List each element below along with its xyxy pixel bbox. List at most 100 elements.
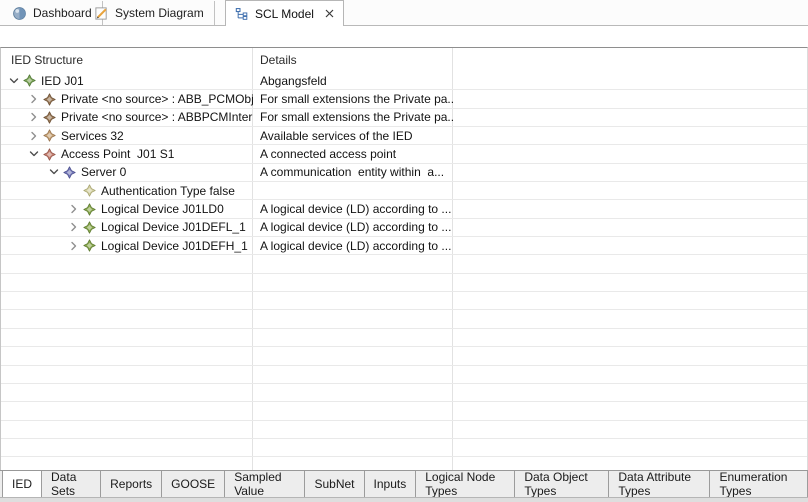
tabbar-divider <box>0 25 808 26</box>
expand-chevron-icon[interactable] <box>28 148 40 160</box>
bottom-tab-enumeration-types[interactable]: Enumeration Types <box>710 471 808 497</box>
table-row[interactable]: Private <no source> : ABBPCMInterr For s… <box>1 109 807 127</box>
tab-label: System Diagram <box>115 6 204 20</box>
server-diamond-icon <box>63 166 76 179</box>
empty-cell <box>1 366 253 383</box>
empty-row <box>1 347 807 365</box>
tree-item-label: Private <no source> : ABB_PCMObje <box>61 92 253 106</box>
bottom-tab-inputs[interactable]: Inputs <box>365 471 417 497</box>
empty-cell <box>1 439 253 456</box>
details-cell: A logical device (LD) according to ... <box>253 202 453 216</box>
tree-item-label: Services 32 <box>61 129 124 143</box>
bottom-tab-data-object-types[interactable]: Data Object Types <box>515 471 609 497</box>
expand-chevron-icon[interactable] <box>68 221 80 233</box>
bottom-tab-ied[interactable]: IED <box>2 471 42 497</box>
empty-row <box>1 292 807 310</box>
empty-row <box>1 274 807 292</box>
tree-cell: Logical Device J01DEFH_1 <box>1 237 253 254</box>
table-row[interactable]: Logical Device J01DEFH_1 A logical devic… <box>1 237 807 255</box>
access-point-diamond-icon <box>43 148 56 161</box>
tree-item-label: Access Point J01 S1 <box>61 147 174 161</box>
bottom-tab-bar: IED Data Sets Reports GOOSE Sampled Valu… <box>0 470 808 497</box>
details-cell: A logical device (LD) according to ... <box>253 239 453 253</box>
tree-item-label: Server 0 <box>81 165 126 179</box>
scl-tree-table: IED Structure Details IED J01 Abgangsfel… <box>0 47 808 470</box>
table-row[interactable]: Authentication Type false <box>1 182 807 200</box>
bottom-tab-data-attribute-types[interactable]: Data Attribute Types <box>609 471 710 497</box>
scl-model-icon <box>235 7 249 21</box>
empty-cell <box>1 292 253 309</box>
scl-editor-window: Dashboard System Diagram SCL Model <box>0 0 808 502</box>
tree-item-label: Logical Device J01DEFL_1 <box>101 220 246 234</box>
details-cell: Abgangsfeld <box>253 74 453 88</box>
tree-item-label: Logical Device J01DEFH_1 <box>101 239 248 253</box>
expand-chevron-icon[interactable] <box>48 166 60 178</box>
empty-cell <box>1 329 253 346</box>
tree-item-label: Private <no source> : ABBPCMInterr <box>61 110 253 124</box>
table-row[interactable]: Logical Device J01LD0 A logical device (… <box>1 200 807 218</box>
tree-item-label: Authentication Type false <box>101 184 235 198</box>
tab-label: Dashboard <box>33 6 92 20</box>
details-cell: A logical device (LD) according to ... <box>253 220 453 234</box>
empty-row <box>1 255 807 273</box>
bottom-tab-logical-node-types[interactable]: Logical Node Types <box>416 471 515 497</box>
bottom-tab-data-sets[interactable]: Data Sets <box>42 471 101 497</box>
tree-cell: Server 0 <box>1 164 253 181</box>
tree-cell: Access Point J01 S1 <box>1 145 253 162</box>
expand-chevron-icon[interactable] <box>8 75 20 87</box>
empty-row <box>1 402 807 420</box>
empty-row <box>1 310 807 328</box>
table-row[interactable]: Access Point J01 S1 A connected access p… <box>1 145 807 163</box>
tab-system-diagram[interactable]: System Diagram <box>84 1 215 25</box>
bottom-tab-reports[interactable]: Reports <box>101 471 162 497</box>
ied-diamond-icon <box>23 74 36 87</box>
tree-cell: Authentication Type false <box>1 182 253 199</box>
expand-chevron-icon[interactable] <box>28 111 40 123</box>
empty-row <box>1 457 807 470</box>
details-cell: For small extensions the Private pa... <box>253 92 453 106</box>
column-header-details[interactable]: Details <box>253 53 453 67</box>
expand-chevron-icon[interactable] <box>28 93 40 105</box>
bottom-tab-goose[interactable]: GOOSE <box>162 471 225 497</box>
bottom-tab-subnet[interactable]: SubNet <box>305 471 364 497</box>
expand-chevron-icon[interactable] <box>28 130 40 142</box>
empty-row <box>1 384 807 402</box>
logical-device-diamond-icon <box>83 203 96 216</box>
table-row[interactable]: Server 0 A communication entity within a… <box>1 164 807 182</box>
authentication-diamond-icon <box>83 184 96 197</box>
tree-cell: Private <no source> : ABB_PCMObje <box>1 90 253 107</box>
tab-scl-model[interactable]: SCL Model <box>225 0 344 26</box>
table-row[interactable]: Logical Device J01DEFL_1 A logical devic… <box>1 219 807 237</box>
table-row[interactable]: Services 32 Available services of the IE… <box>1 127 807 145</box>
empty-cell <box>1 274 253 291</box>
empty-row <box>1 329 807 347</box>
bottom-tab-sampled-value[interactable]: Sampled Value <box>225 471 305 497</box>
tree-item-label: IED J01 <box>41 74 84 88</box>
empty-cell <box>1 347 253 364</box>
system-diagram-icon <box>94 6 109 21</box>
empty-cell <box>1 402 253 419</box>
logical-device-diamond-icon <box>83 221 96 234</box>
expand-chevron-icon[interactable] <box>68 203 80 215</box>
table-row[interactable]: IED J01 Abgangsfeld <box>1 72 807 90</box>
close-icon[interactable] <box>325 9 334 18</box>
details-cell: A communication entity within a... <box>253 165 453 179</box>
table-header-row: IED Structure Details <box>1 48 807 72</box>
empty-cell <box>1 384 253 401</box>
services-diamond-icon <box>43 129 56 142</box>
tree-cell: Logical Device J01LD0 <box>1 200 253 217</box>
bottom-status-strip <box>0 497 808 502</box>
tree-item-label: Logical Device J01LD0 <box>101 202 224 216</box>
column-header-ied-structure[interactable]: IED Structure <box>1 53 253 67</box>
expand-chevron-icon[interactable] <box>68 240 80 252</box>
tree-cell: Logical Device J01DEFL_1 <box>1 219 253 236</box>
details-cell: A connected access point <box>253 147 453 161</box>
details-cell: Available services of the IED <box>253 129 453 143</box>
empty-row <box>1 421 807 439</box>
dashboard-icon <box>12 6 27 21</box>
private-diamond-icon <box>43 111 56 124</box>
tree-cell: IED J01 <box>1 72 253 89</box>
empty-cell <box>1 421 253 438</box>
empty-row <box>1 366 807 384</box>
table-row[interactable]: Private <no source> : ABB_PCMObje For sm… <box>1 90 807 108</box>
